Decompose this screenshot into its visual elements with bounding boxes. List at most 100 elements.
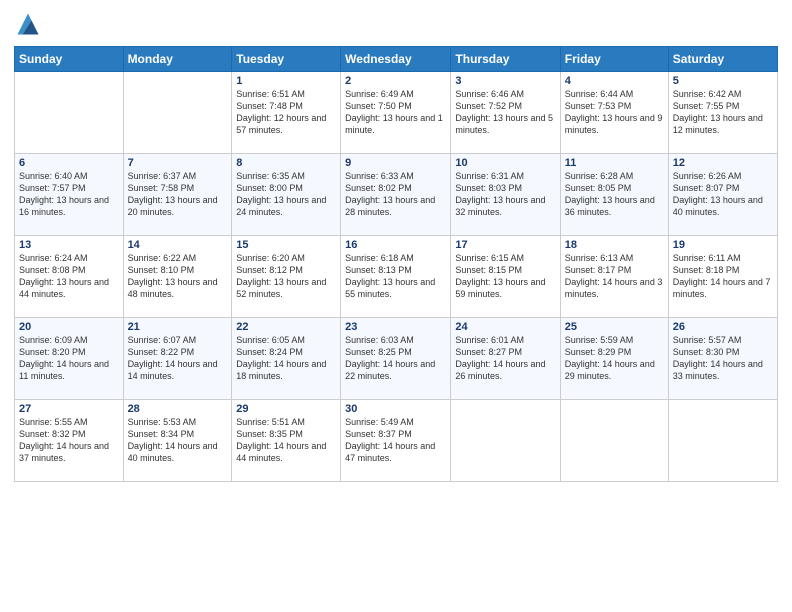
calendar-cell: 22 Sunrise: 6:05 AMSunset: 8:24 PMDaylig… [232,318,341,400]
day-number: 14 [128,239,228,251]
cell-sunrise-sunset: Sunrise: 6:51 AMSunset: 7:48 PMDaylight:… [236,89,326,135]
weekday-header: Thursday [451,47,560,72]
cell-sunrise-sunset: Sunrise: 6:49 AMSunset: 7:50 PMDaylight:… [345,89,443,135]
header [14,10,778,38]
calendar-cell: 30 Sunrise: 5:49 AMSunset: 8:37 PMDaylig… [341,400,451,482]
cell-sunrise-sunset: Sunrise: 6:11 AMSunset: 8:18 PMDaylight:… [673,253,771,299]
day-number: 28 [128,403,228,415]
cell-sunrise-sunset: Sunrise: 6:15 AMSunset: 8:15 PMDaylight:… [455,253,545,299]
calendar-cell: 19 Sunrise: 6:11 AMSunset: 8:18 PMDaylig… [668,236,777,318]
weekday-header: Wednesday [341,47,451,72]
cell-sunrise-sunset: Sunrise: 6:46 AMSunset: 7:52 PMDaylight:… [455,89,553,135]
cell-sunrise-sunset: Sunrise: 6:13 AMSunset: 8:17 PMDaylight:… [565,253,663,299]
day-number: 4 [565,75,664,87]
day-number: 23 [345,321,446,333]
day-number: 5 [673,75,773,87]
calendar-cell: 16 Sunrise: 6:18 AMSunset: 8:13 PMDaylig… [341,236,451,318]
day-number: 30 [345,403,446,415]
calendar-cell [668,400,777,482]
day-number: 8 [236,157,336,169]
cell-sunrise-sunset: Sunrise: 6:07 AMSunset: 8:22 PMDaylight:… [128,335,218,381]
cell-sunrise-sunset: Sunrise: 6:18 AMSunset: 8:13 PMDaylight:… [345,253,435,299]
day-number: 19 [673,239,773,251]
day-number: 24 [455,321,555,333]
calendar-cell: 26 Sunrise: 5:57 AMSunset: 8:30 PMDaylig… [668,318,777,400]
calendar-cell: 4 Sunrise: 6:44 AMSunset: 7:53 PMDayligh… [560,72,668,154]
day-number: 3 [455,75,555,87]
calendar-cell: 25 Sunrise: 5:59 AMSunset: 8:29 PMDaylig… [560,318,668,400]
day-number: 27 [19,403,119,415]
cell-sunrise-sunset: Sunrise: 6:42 AMSunset: 7:55 PMDaylight:… [673,89,763,135]
cell-sunrise-sunset: Sunrise: 6:01 AMSunset: 8:27 PMDaylight:… [455,335,545,381]
day-number: 25 [565,321,664,333]
logo [14,10,46,38]
calendar-week-row: 1 Sunrise: 6:51 AMSunset: 7:48 PMDayligh… [15,72,778,154]
calendar-cell: 20 Sunrise: 6:09 AMSunset: 8:20 PMDaylig… [15,318,124,400]
day-number: 22 [236,321,336,333]
day-number: 11 [565,157,664,169]
calendar-cell: 28 Sunrise: 5:53 AMSunset: 8:34 PMDaylig… [123,400,232,482]
calendar-cell: 9 Sunrise: 6:33 AMSunset: 8:02 PMDayligh… [341,154,451,236]
calendar-cell: 15 Sunrise: 6:20 AMSunset: 8:12 PMDaylig… [232,236,341,318]
weekday-header-row: SundayMondayTuesdayWednesdayThursdayFrid… [15,47,778,72]
cell-sunrise-sunset: Sunrise: 5:53 AMSunset: 8:34 PMDaylight:… [128,417,218,463]
day-number: 20 [19,321,119,333]
day-number: 9 [345,157,446,169]
calendar-cell: 23 Sunrise: 6:03 AMSunset: 8:25 PMDaylig… [341,318,451,400]
calendar-cell: 29 Sunrise: 5:51 AMSunset: 8:35 PMDaylig… [232,400,341,482]
calendar-table: SundayMondayTuesdayWednesdayThursdayFrid… [14,46,778,482]
calendar-cell: 24 Sunrise: 6:01 AMSunset: 8:27 PMDaylig… [451,318,560,400]
calendar-cell: 14 Sunrise: 6:22 AMSunset: 8:10 PMDaylig… [123,236,232,318]
calendar-cell: 2 Sunrise: 6:49 AMSunset: 7:50 PMDayligh… [341,72,451,154]
calendar-cell: 3 Sunrise: 6:46 AMSunset: 7:52 PMDayligh… [451,72,560,154]
calendar-cell: 10 Sunrise: 6:31 AMSunset: 8:03 PMDaylig… [451,154,560,236]
day-number: 13 [19,239,119,251]
calendar-week-row: 27 Sunrise: 5:55 AMSunset: 8:32 PMDaylig… [15,400,778,482]
calendar-week-row: 13 Sunrise: 6:24 AMSunset: 8:08 PMDaylig… [15,236,778,318]
calendar-cell: 21 Sunrise: 6:07 AMSunset: 8:22 PMDaylig… [123,318,232,400]
weekday-header: Sunday [15,47,124,72]
logo-icon [14,10,42,38]
weekday-header: Monday [123,47,232,72]
calendar-cell: 13 Sunrise: 6:24 AMSunset: 8:08 PMDaylig… [15,236,124,318]
calendar-cell: 18 Sunrise: 6:13 AMSunset: 8:17 PMDaylig… [560,236,668,318]
day-number: 17 [455,239,555,251]
calendar-cell [560,400,668,482]
calendar-week-row: 20 Sunrise: 6:09 AMSunset: 8:20 PMDaylig… [15,318,778,400]
day-number: 2 [345,75,446,87]
day-number: 6 [19,157,119,169]
calendar-cell: 27 Sunrise: 5:55 AMSunset: 8:32 PMDaylig… [15,400,124,482]
calendar-cell: 11 Sunrise: 6:28 AMSunset: 8:05 PMDaylig… [560,154,668,236]
cell-sunrise-sunset: Sunrise: 6:22 AMSunset: 8:10 PMDaylight:… [128,253,218,299]
calendar-cell [451,400,560,482]
calendar-cell [123,72,232,154]
cell-sunrise-sunset: Sunrise: 6:09 AMSunset: 8:20 PMDaylight:… [19,335,109,381]
cell-sunrise-sunset: Sunrise: 6:24 AMSunset: 8:08 PMDaylight:… [19,253,109,299]
day-number: 29 [236,403,336,415]
calendar-cell: 6 Sunrise: 6:40 AMSunset: 7:57 PMDayligh… [15,154,124,236]
calendar-cell: 7 Sunrise: 6:37 AMSunset: 7:58 PMDayligh… [123,154,232,236]
cell-sunrise-sunset: Sunrise: 6:28 AMSunset: 8:05 PMDaylight:… [565,171,655,217]
cell-sunrise-sunset: Sunrise: 6:40 AMSunset: 7:57 PMDaylight:… [19,171,109,217]
cell-sunrise-sunset: Sunrise: 6:31 AMSunset: 8:03 PMDaylight:… [455,171,545,217]
day-number: 15 [236,239,336,251]
weekday-header: Saturday [668,47,777,72]
cell-sunrise-sunset: Sunrise: 6:35 AMSunset: 8:00 PMDaylight:… [236,171,326,217]
cell-sunrise-sunset: Sunrise: 6:03 AMSunset: 8:25 PMDaylight:… [345,335,435,381]
calendar-cell [15,72,124,154]
calendar-week-row: 6 Sunrise: 6:40 AMSunset: 7:57 PMDayligh… [15,154,778,236]
day-number: 10 [455,157,555,169]
day-number: 16 [345,239,446,251]
day-number: 1 [236,75,336,87]
page: SundayMondayTuesdayWednesdayThursdayFrid… [0,0,792,612]
calendar-cell: 1 Sunrise: 6:51 AMSunset: 7:48 PMDayligh… [232,72,341,154]
cell-sunrise-sunset: Sunrise: 6:26 AMSunset: 8:07 PMDaylight:… [673,171,763,217]
cell-sunrise-sunset: Sunrise: 5:57 AMSunset: 8:30 PMDaylight:… [673,335,763,381]
cell-sunrise-sunset: Sunrise: 6:05 AMSunset: 8:24 PMDaylight:… [236,335,326,381]
calendar-cell: 17 Sunrise: 6:15 AMSunset: 8:15 PMDaylig… [451,236,560,318]
calendar-cell: 12 Sunrise: 6:26 AMSunset: 8:07 PMDaylig… [668,154,777,236]
weekday-header: Tuesday [232,47,341,72]
day-number: 7 [128,157,228,169]
cell-sunrise-sunset: Sunrise: 6:20 AMSunset: 8:12 PMDaylight:… [236,253,326,299]
calendar-cell: 8 Sunrise: 6:35 AMSunset: 8:00 PMDayligh… [232,154,341,236]
